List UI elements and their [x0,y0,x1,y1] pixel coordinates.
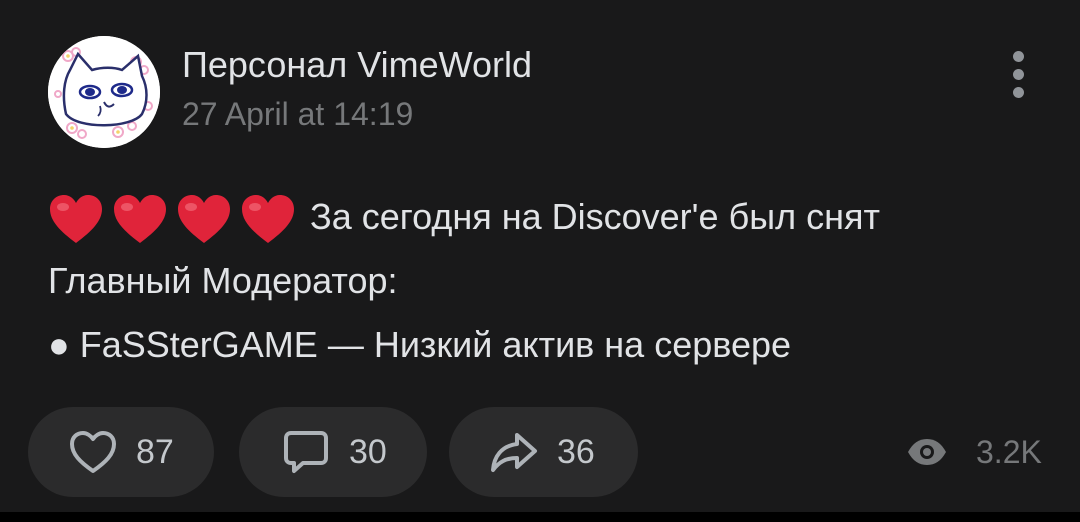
red-heart-emoji-icon [242,195,294,244]
more-vertical-icon-dot [1012,86,1024,98]
share-button[interactable]: 36 [449,407,638,497]
more-vertical-icon-dot [1012,68,1024,80]
heart-outline-icon [70,431,116,473]
more-options-button[interactable] [1000,44,1036,104]
post-text-line: ● FaSSterGAME — Низкий актив на сервере [48,313,1048,377]
post-text-line: За сегодня на Discover'e был снят [48,185,1048,249]
post-text-line1: За сегодня на Discover'e был снят [310,196,880,237]
like-button[interactable]: 87 [28,407,214,497]
bullet-point: ● [48,324,70,365]
post-text-line2: Главный Модератор: [48,260,398,301]
view-count: 3.2K [976,433,1042,470]
post-text-line3: FaSSterGAME — Низкий актив на сервере [79,324,792,365]
heart-emojis [48,193,296,245]
post-text: За сегодня на Discover'e был снят Главны… [48,185,1048,377]
comment-count: 30 [349,432,387,471]
comment-button[interactable]: 30 [239,407,427,497]
views-counter: 3.2K [904,425,1042,479]
author-name[interactable]: Персонал VimeWorld [182,44,532,86]
post-date[interactable]: 27 April at 14:19 [182,96,413,133]
feed-separator [0,512,1080,522]
share-count: 36 [557,432,595,471]
avatar[interactable] [48,36,160,148]
cat-avatar-image [48,36,160,148]
more-vertical-icon [1012,50,1024,62]
post-card: Персонал VimeWorld 27 April at 14:19 За … [0,0,1080,512]
red-heart-emoji-icon [50,195,102,244]
comment-bubble-icon [284,431,328,473]
red-heart-emoji-icon [178,195,230,244]
red-heart-emoji-icon [114,195,166,244]
share-arrow-icon [491,433,537,472]
eye-icon [908,439,946,465]
like-count: 87 [136,432,174,471]
